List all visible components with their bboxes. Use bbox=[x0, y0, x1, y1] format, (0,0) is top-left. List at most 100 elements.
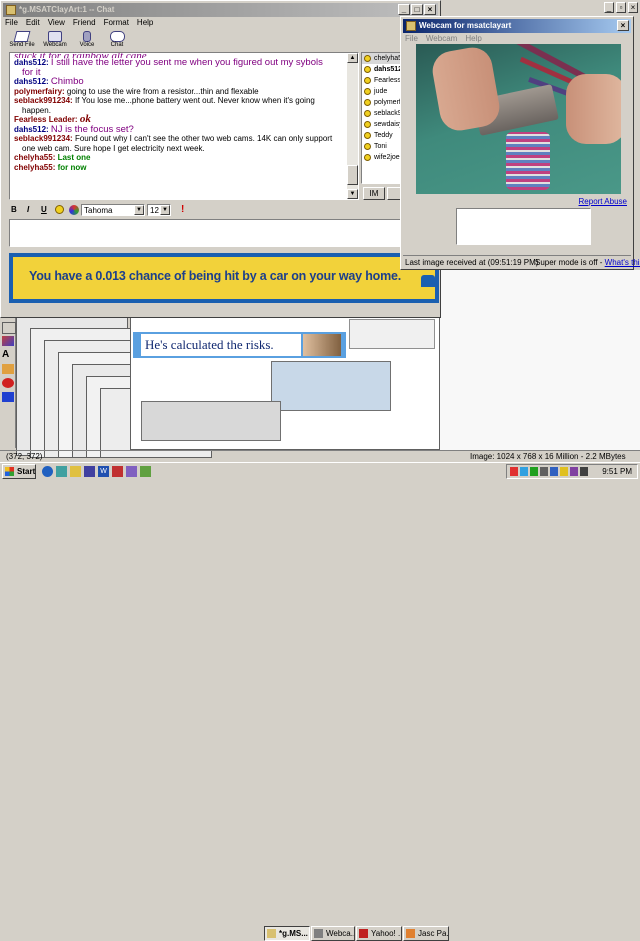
message-text: Last one bbox=[57, 153, 91, 162]
webcam-icon bbox=[48, 31, 62, 42]
start-button[interactable]: Start bbox=[2, 464, 36, 479]
tray-icon[interactable] bbox=[510, 467, 518, 476]
menu-edit[interactable]: Edit bbox=[26, 17, 40, 29]
message-input[interactable] bbox=[9, 219, 439, 247]
minimize-icon[interactable]: _ bbox=[398, 4, 410, 15]
message-list: dahs512: I still have the letter you sen… bbox=[14, 58, 354, 172]
tray-icon[interactable] bbox=[550, 467, 558, 476]
menu-view[interactable]: View bbox=[48, 17, 65, 29]
underline-button[interactable]: U bbox=[41, 205, 47, 214]
member-item[interactable]: wife2joe1 bbox=[362, 152, 402, 163]
member-item[interactable]: chelyha55 bbox=[362, 53, 402, 64]
smiley-icon bbox=[364, 88, 371, 95]
chat-window-title: *g.MSATClayArt:1 -- Chat bbox=[19, 5, 115, 14]
tray-icon[interactable] bbox=[570, 467, 578, 476]
close-icon[interactable]: × bbox=[628, 2, 638, 13]
tool-palette: A bbox=[0, 318, 16, 448]
menu-file[interactable]: File bbox=[5, 17, 18, 29]
font-select[interactable]: Tahoma ▼ bbox=[81, 204, 145, 216]
fill-tool-icon[interactable] bbox=[2, 364, 14, 374]
super-mode-status: Super mode is off - What's this? bbox=[535, 258, 640, 267]
member-item[interactable]: Teddy bbox=[362, 130, 402, 141]
scroll-up-icon[interactable]: ▲ bbox=[347, 53, 358, 63]
color-swatch-icon[interactable] bbox=[2, 392, 14, 402]
taskbar-jasc[interactable]: Jasc Pa... bbox=[403, 926, 449, 941]
member-item[interactable]: Fearless bbox=[362, 75, 402, 86]
text-tool-icon[interactable]: A bbox=[2, 350, 14, 360]
member-name: chelyha55 bbox=[374, 55, 403, 62]
maximize-icon[interactable]: □ bbox=[411, 4, 423, 15]
member-item[interactable]: dahs512 bbox=[362, 64, 402, 75]
message-sender: chelyha55: bbox=[14, 153, 56, 162]
lasso-tool-icon[interactable] bbox=[2, 322, 16, 334]
explorer-icon[interactable] bbox=[42, 466, 53, 477]
microphone-icon bbox=[83, 31, 91, 42]
webcam-window: Webcam for msatclayart × File Webcam Hel… bbox=[400, 16, 640, 270]
chat-toolbar: Send File Webcam Voice Chat bbox=[5, 30, 155, 52]
bold-button[interactable]: B bbox=[11, 205, 17, 214]
send-file-button[interactable]: Send File bbox=[9, 30, 35, 52]
whats-this-link[interactable]: What's this? bbox=[605, 258, 640, 267]
message-continuation: one web cam. Sure hope I get electricity… bbox=[22, 143, 205, 153]
tray-icon[interactable] bbox=[530, 467, 538, 476]
chat-window: *g.MSATClayArt:1 -- Chat _ □ × File Edit… bbox=[0, 0, 441, 318]
volume-icon[interactable] bbox=[580, 467, 588, 476]
im-button[interactable]: IM bbox=[363, 187, 385, 200]
minimize-icon[interactable]: _ bbox=[604, 2, 614, 13]
report-abuse-link[interactable]: Report Abuse bbox=[579, 197, 627, 206]
app-icon[interactable] bbox=[126, 466, 137, 477]
app-icon[interactable] bbox=[140, 466, 151, 477]
member-entries: chelyha55 dahs512 Fearless jude polymerfa seb… bbox=[362, 53, 402, 163]
voice-button[interactable]: Voice bbox=[75, 30, 99, 52]
text-color-icon[interactable] bbox=[69, 205, 79, 215]
tray-icon[interactable] bbox=[540, 467, 548, 476]
italic-button[interactable]: I bbox=[27, 205, 29, 214]
car-banner-ad[interactable]: You have a 0.013 chance of being hit by … bbox=[9, 253, 439, 303]
member-item[interactable]: sewdaisy bbox=[362, 119, 402, 130]
chat-menubar: File Edit View Friend Format Help bbox=[5, 17, 153, 29]
menu-format[interactable]: Format bbox=[104, 17, 129, 29]
taskbar-chat[interactable]: *g.MS... bbox=[264, 926, 310, 941]
taskbar-yahoo[interactable]: Yahoo! ... bbox=[356, 926, 402, 941]
close-icon[interactable]: × bbox=[617, 20, 629, 31]
menu-friend[interactable]: Friend bbox=[73, 17, 96, 29]
close-icon[interactable]: × bbox=[424, 4, 436, 15]
screenshot-window-b[interactable] bbox=[440, 270, 640, 450]
message-sender: chelyha55: bbox=[14, 162, 56, 172]
member-item[interactable]: seblack9 bbox=[362, 108, 402, 119]
member-item[interactable]: Toni bbox=[362, 141, 402, 152]
menu-help[interactable]: Help bbox=[137, 17, 153, 29]
member-item[interactable]: polymerfa bbox=[362, 97, 402, 108]
app-icon[interactable] bbox=[112, 466, 123, 477]
scroll-thumb[interactable] bbox=[347, 165, 358, 185]
chevron-down-icon[interactable]: ▼ bbox=[160, 205, 170, 215]
shape-tool-icon[interactable] bbox=[2, 378, 14, 388]
message-history[interactable]: stuck it for a rainbow alt cane dahs512:… bbox=[9, 52, 359, 200]
taskbar-webcam[interactable]: Webca... bbox=[311, 926, 355, 941]
tray-icon[interactable] bbox=[520, 467, 528, 476]
outlook-icon[interactable] bbox=[70, 466, 81, 477]
risk-banner-ad[interactable]: He's calculated the risks. bbox=[133, 332, 346, 358]
message-scrollbar[interactable]: ▲ ▼ bbox=[347, 53, 358, 199]
webcam-button[interactable]: Webcam bbox=[41, 30, 69, 52]
webcam-window-title: Webcam for msatclayart bbox=[419, 21, 512, 30]
smiley-icon bbox=[364, 66, 371, 73]
message-sender: dahs512: bbox=[14, 77, 49, 86]
brush-tool-icon[interactable] bbox=[2, 336, 14, 346]
chat-message: dahs512: I still have the letter you sen… bbox=[14, 58, 354, 68]
desktop-icon[interactable] bbox=[56, 466, 67, 477]
screenshot-window-a[interactable] bbox=[130, 300, 440, 450]
size-select[interactable]: 12 ▼ bbox=[147, 204, 171, 216]
emoticon-icon[interactable] bbox=[55, 205, 64, 214]
alert-button[interactable]: ! bbox=[181, 204, 184, 215]
scroll-down-icon[interactable]: ▼ bbox=[347, 189, 358, 199]
restore-icon[interactable]: ▫ bbox=[616, 2, 626, 13]
chat-button[interactable]: Chat bbox=[105, 30, 129, 52]
word-icon[interactable]: W bbox=[98, 466, 109, 477]
member-list[interactable]: chelyha55 dahs512 Fearless jude polymerfa seb… bbox=[361, 52, 403, 184]
member-item[interactable]: jude bbox=[362, 86, 402, 97]
chevron-down-icon[interactable]: ▼ bbox=[134, 205, 144, 215]
tray-icon[interactable] bbox=[560, 467, 568, 476]
car-icon bbox=[421, 275, 435, 287]
media-icon[interactable] bbox=[84, 466, 95, 477]
